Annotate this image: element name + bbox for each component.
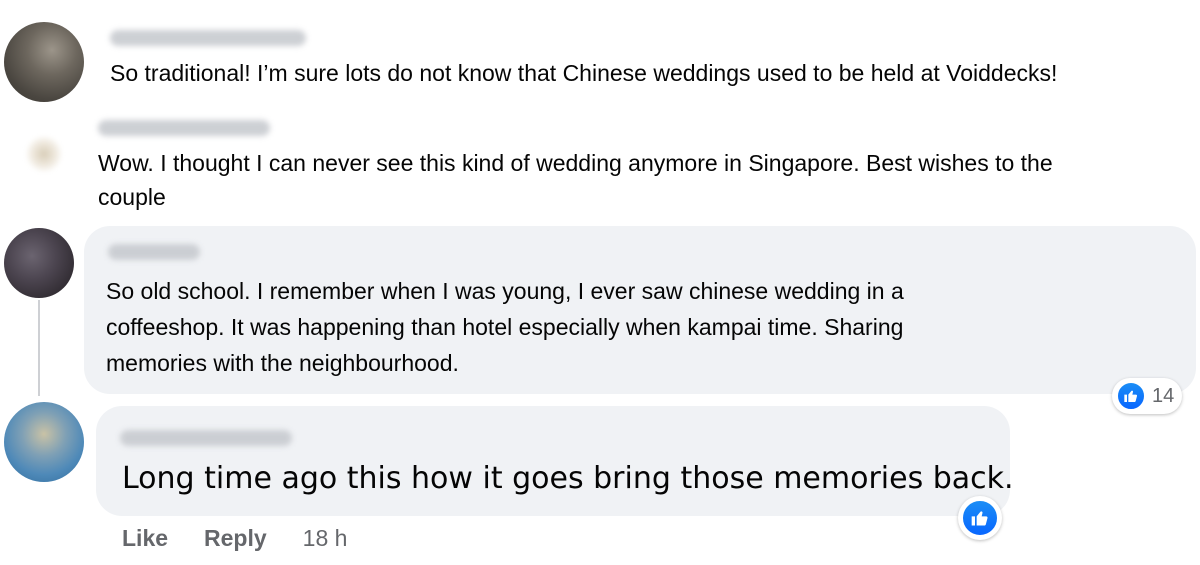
comment-text-line: memories with the neighbourhood. <box>106 350 459 376</box>
comment-actions: Like Reply 18 h <box>122 520 347 556</box>
commenter-name-redacted <box>108 244 200 260</box>
comment-text-line: Wow. I thought I can never see this kind… <box>98 150 1053 176</box>
avatar[interactable] <box>4 22 84 102</box>
thumbs-up-icon <box>961 499 999 537</box>
like-button[interactable]: Like <box>122 525 168 552</box>
reply-button[interactable]: Reply <box>204 525 267 552</box>
commenter-name-redacted <box>98 120 270 136</box>
comment-text: So traditional! I’m sure lots do not kno… <box>110 60 1058 86</box>
comment-text-line: So old school. I remember when I was you… <box>106 278 904 304</box>
comment-text-line: couple <box>98 184 166 210</box>
comment-text-line: coffeeshop. It was happening than hotel … <box>106 314 904 340</box>
reaction-summary[interactable] <box>958 496 1002 540</box>
thumbs-up-icon <box>1116 381 1146 411</box>
avatar[interactable] <box>4 118 84 198</box>
comment-timestamp[interactable]: 18 h <box>303 525 348 552</box>
reaction-summary[interactable]: 14 <box>1112 378 1183 414</box>
comment-thread: So traditional! I’m sure lots do not kno… <box>0 0 1200 565</box>
avatar[interactable] <box>4 402 84 482</box>
page-logo <box>26 136 62 172</box>
comment-text: Long time ago this how it goes bring tho… <box>122 461 1014 496</box>
reaction-count: 14 <box>1152 384 1175 407</box>
commenter-name-redacted <box>110 30 306 46</box>
commenter-name-redacted <box>120 430 292 446</box>
avatar[interactable] <box>4 228 74 298</box>
thread-connector-line <box>38 300 40 396</box>
